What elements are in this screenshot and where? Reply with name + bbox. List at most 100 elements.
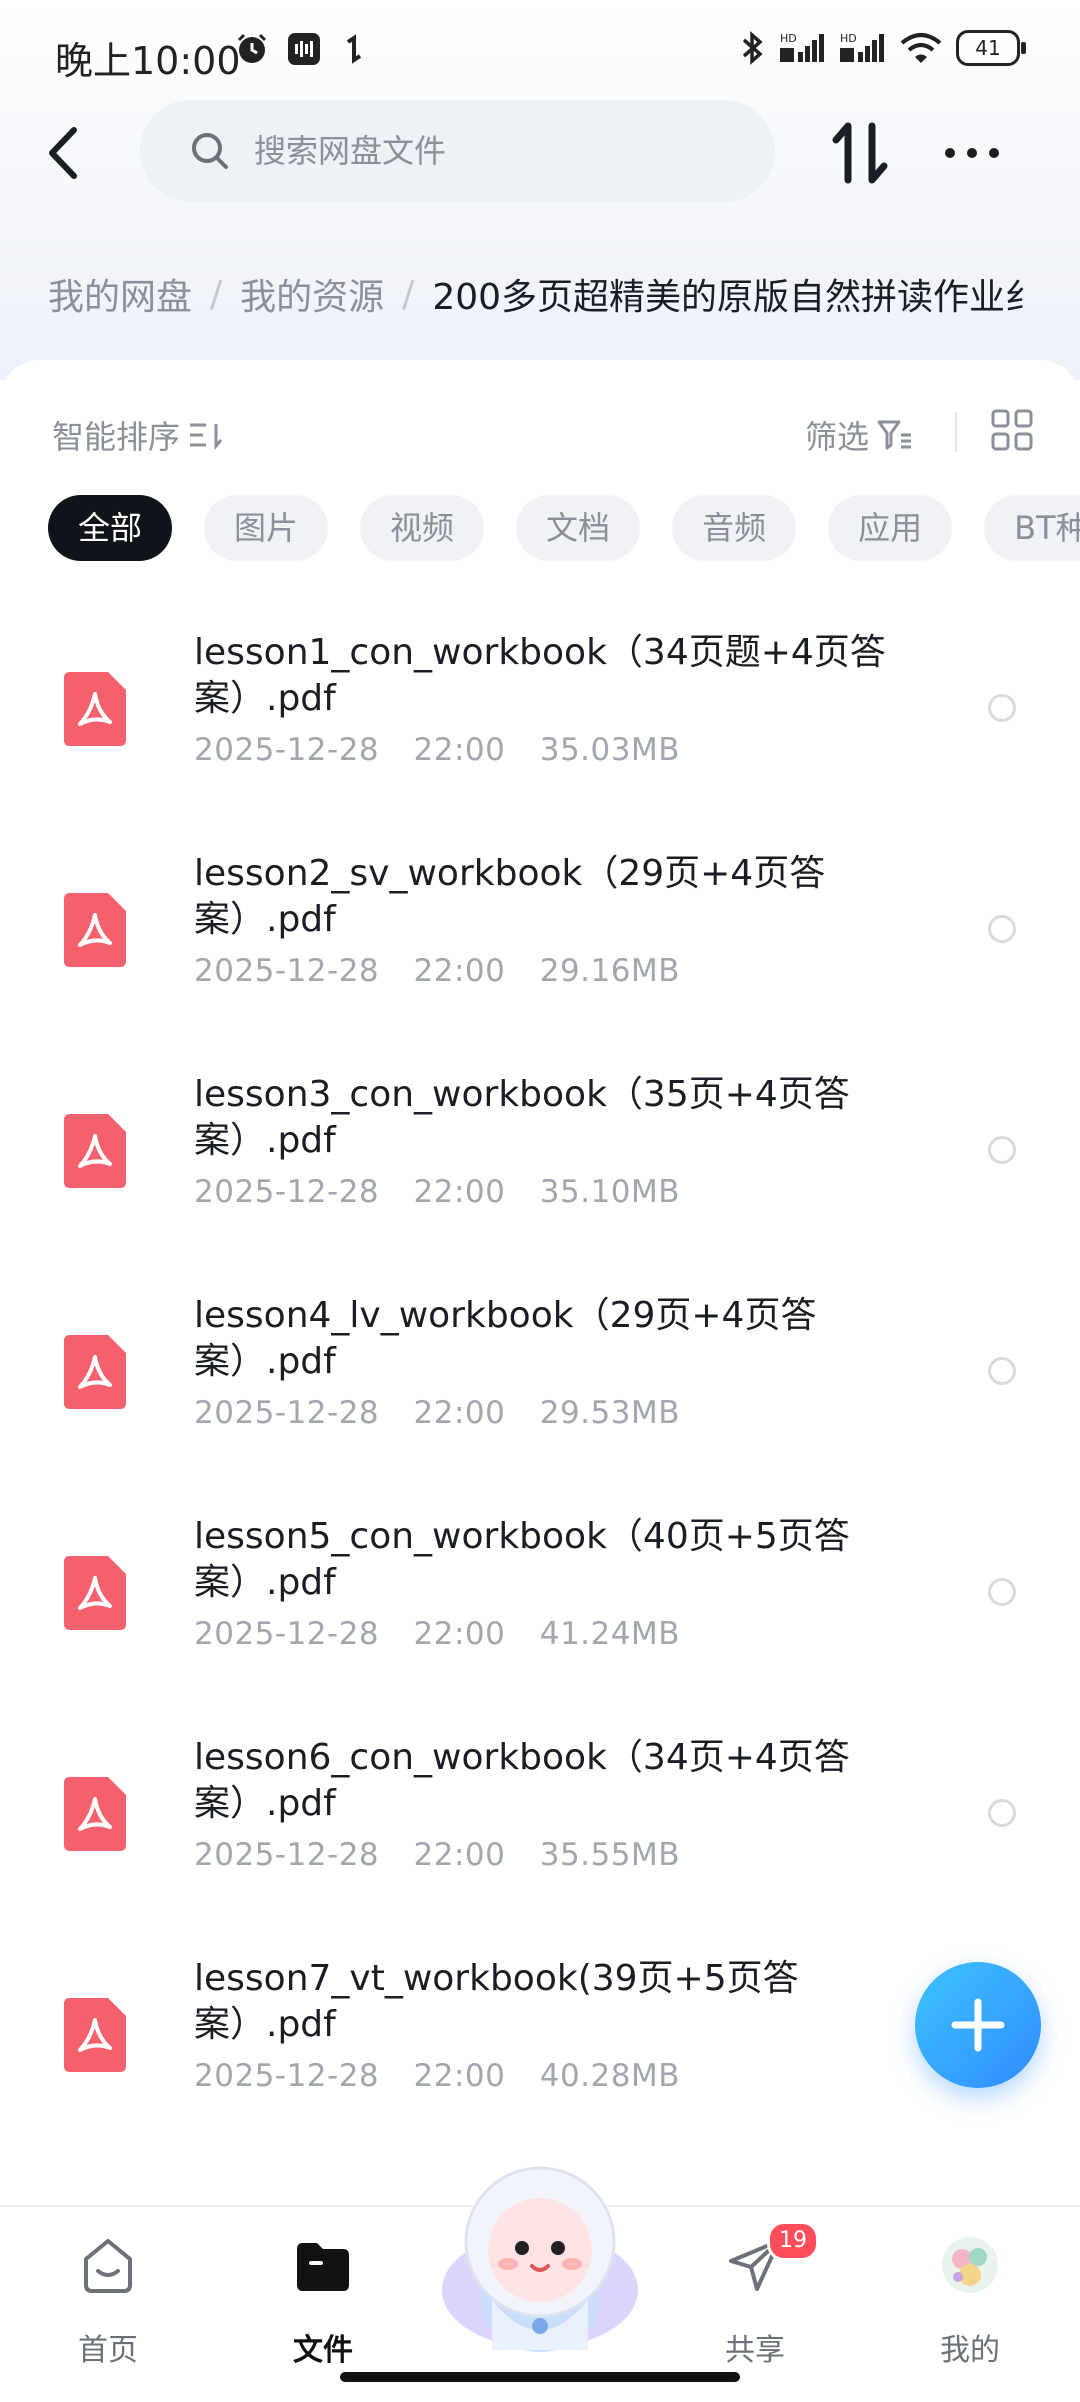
file-meta: 2025-12-28 22:00 35.10MB [194,1174,680,1210]
smart-sort-label: 智能排序 [52,418,181,456]
file-date: 2025-12-28 [194,1174,380,1210]
filter-funnel-icon [877,420,912,450]
file-name: lesson2_sv_workbook（29页+4页答案）.pdf [194,853,826,940]
sort-lines-icon [190,423,223,450]
chip-apps[interactable]: 应用 [828,495,953,561]
toolbar-divider [955,412,957,452]
nav-files[interactable]: 文件 [263,2235,383,2368]
filter-label: 筛选 [805,418,870,456]
breadcrumb-item-my-resources[interactable]: 我的资源 [240,268,384,320]
file-row[interactable]: lesson1_con_workbook（34页题+4页答案）.pdf 2025… [0,600,1080,821]
file-select-radio[interactable] [988,915,1016,943]
bluetooth-icon [742,31,763,65]
list-toolbar: 智能排序 筛选 [0,360,1080,500]
home-icon [84,2239,132,2293]
file-size: 29.53MB [539,1395,680,1431]
nav-home[interactable]: 首页 [48,2235,168,2368]
plus-icon [951,1998,1005,2052]
grid-view-icon[interactable] [990,408,1034,452]
alarm-icon [237,33,267,63]
file-row[interactable]: lesson2_sv_workbook（29页+4页答案）.pdf 2025-1… [0,821,1080,1042]
file-row[interactable]: lesson4_lv_workbook（29页+4页答案）.pdf 2025-1… [0,1263,1080,1484]
more-options-button[interactable] [945,135,1005,171]
nav-mine[interactable]: 我的 [910,2235,1030,2368]
file-time: 22:00 [413,732,506,768]
svg-text:HD: HD [780,32,797,45]
file-size: 35.10MB [539,1174,680,1210]
nav-home-label: 首页 [78,2333,138,2368]
search-bar[interactable] [140,100,775,202]
file-row[interactable]: lesson6_con_workbook（34页+4页答案）.pdf 2025-… [0,1705,1080,1926]
ai-assistant-mascot-icon[interactable] [438,2150,642,2360]
search-input[interactable] [252,131,756,171]
file-row[interactable]: lesson3_con_workbook（35页+4页答案）.pdf 2025-… [0,1042,1080,1263]
file-date: 2025-12-28 [194,2058,380,2094]
status-bar: 晚上10:00 HD HD 41 [0,0,1080,110]
status-notification-icons [235,32,369,66]
file-name: lesson3_con_workbook（35页+4页答案）.pdf [194,1074,850,1161]
chip-images[interactable]: 图片 [204,495,329,561]
file-size: 35.55MB [539,1837,680,1873]
back-button[interactable] [38,118,88,188]
file-meta: 2025-12-28 22:00 35.55MB [194,1837,680,1873]
sort-order-icon[interactable] [830,120,890,186]
breadcrumb-item-my-drive[interactable]: 我的网盘 [48,268,192,320]
file-meta: 2025-12-28 22:00 29.53MB [194,1395,680,1431]
folder-icon [297,2243,349,2291]
pdf-file-icon [64,893,126,967]
avatar [942,2237,998,2293]
sync-icon [346,34,362,64]
file-size: 35.03MB [539,732,680,768]
signal-icon-1: HD [780,32,824,62]
file-name: lesson5_con_workbook（40页+5页答案）.pdf [194,1516,850,1603]
nav-share[interactable]: 19 共享 [695,2221,819,2368]
file-list: lesson1_con_workbook（34页题+4页答案）.pdf 2025… [0,600,1080,2147]
file-select-radio[interactable] [988,694,1016,722]
file-row[interactable]: lesson5_con_workbook（40页+5页答案）.pdf 2025-… [0,1484,1080,1705]
pdf-file-icon [64,1777,126,1851]
file-time: 22:00 [413,1174,506,1210]
file-meta: 2025-12-28 22:00 29.16MB [194,953,680,989]
file-time: 22:00 [413,953,506,989]
file-size: 40.28MB [539,2058,680,2094]
file-date: 2025-12-28 [194,1395,380,1431]
nav-mine-label: 我的 [940,2333,1000,2368]
file-select-radio[interactable] [988,1357,1016,1385]
signal-icon-2: HD [840,32,884,62]
app-notification-icon [288,33,320,65]
file-select-radio[interactable] [988,1578,1016,1606]
status-system-icons: HD HD 41 [740,30,1026,66]
nav-share-label: 共享 [725,2333,785,2368]
file-select-radio[interactable] [988,1136,1016,1164]
file-meta: 2025-12-28 22:00 41.24MB [194,1616,680,1652]
file-size: 29.16MB [539,953,680,989]
chip-videos[interactable]: 视频 [360,495,485,561]
battery-indicator: 41 [956,30,1026,66]
pdf-file-icon [64,1335,126,1409]
chip-documents[interactable]: 文档 [516,495,641,561]
file-meta: 2025-12-28 22:00 40.28MB [194,2058,680,2094]
filter-button[interactable]: 筛选 [805,412,913,458]
status-time: 晚上10:00 [55,39,241,83]
add-button[interactable] [915,1962,1041,2088]
file-date: 2025-12-28 [194,732,380,768]
more-dot [989,148,999,158]
wifi-icon [900,33,942,63]
pdf-file-icon [64,1998,126,2072]
file-time: 22:00 [413,2058,506,2094]
chip-bt-torrents[interactable]: BT种子 [984,495,1080,561]
share-notification-badge: 19 [767,2221,819,2261]
chip-audio[interactable]: 音频 [672,495,797,561]
smart-sort-button[interactable]: 智能排序 [52,412,224,458]
file-time: 22:00 [413,1837,506,1873]
breadcrumb: 我的网盘 / 我的资源 / 200多页超精美的原版自然拼读作业纟 [48,268,1080,320]
file-name: lesson6_con_workbook（34页+4页答案）.pdf [194,1737,850,1824]
file-name: lesson4_lv_workbook（29页+4页答案）.pdf [194,1295,817,1382]
search-icon [192,133,228,169]
home-indicator [340,2372,740,2382]
file-select-radio[interactable] [988,1799,1016,1827]
svg-text:HD: HD [840,32,857,45]
file-browser-panel: 智能排序 筛选 全部 图片 视频 文档 音频 应用 BT种子 [0,360,1080,2200]
chip-all[interactable]: 全部 [48,495,173,561]
file-type-filter-chips: 全部 图片 视频 文档 音频 应用 BT种子 [48,495,1080,565]
